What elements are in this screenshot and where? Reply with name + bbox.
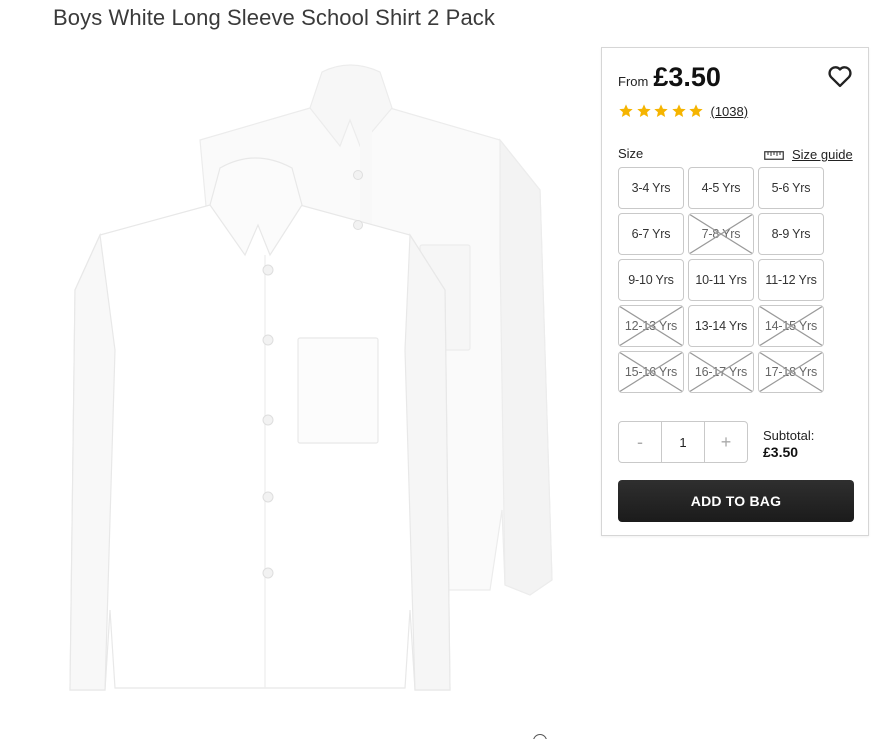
size-option-label: 17-18 Yrs: [764, 365, 818, 379]
price-row: From £3.50: [618, 62, 721, 93]
product-title: Boys White Long Sleeve School Shirt 2 Pa…: [53, 5, 495, 30]
star-icon: [636, 104, 651, 117]
ruler-icon: [764, 150, 784, 160]
size-option-label: 16-17 Yrs: [694, 365, 748, 379]
quantity-decrease-button[interactable]: -: [619, 422, 661, 462]
size-option-label: 5-6 Yrs: [771, 181, 811, 195]
size-option-label: 6-7 Yrs: [631, 227, 671, 241]
star-icon: [654, 104, 668, 117]
subtotal-value: £3.50: [763, 444, 799, 460]
size-option: 17-18 Yrs: [758, 351, 824, 393]
size-option-label: 11-12 Yrs: [765, 273, 817, 287]
carousel-dot[interactable]: [533, 734, 547, 739]
size-option: 12-13 Yrs: [618, 305, 684, 347]
size-option-label: 15-16 Yrs: [624, 365, 678, 379]
size-option-label: 12-13 Yrs: [624, 319, 678, 333]
size-option[interactable]: 4-5 Yrs: [688, 167, 754, 209]
size-grid: 3-4 Yrs 4-5 Yrs 5-6 Yrs 6-7 Yrs 7-8 Yrs 8-9 Y…: [618, 167, 825, 393]
review-count-link[interactable]: (1038): [711, 104, 749, 119]
size-option-label: 4-5 Yrs: [701, 181, 741, 195]
size-option[interactable]: 9-10 Yrs: [618, 259, 684, 301]
size-guide-link[interactable]: Size guide: [764, 147, 853, 162]
star-icon: [689, 104, 703, 117]
product-purchase-panel: From £3.50 (1038) Size Size guide 3-4 Yr…: [601, 47, 869, 536]
size-label: Size: [618, 146, 644, 161]
subtotal: Subtotal: £3.50: [763, 427, 814, 461]
size-option[interactable]: 8-9 Yrs: [758, 213, 824, 255]
size-option: 14-15 Yrs: [758, 305, 824, 347]
star-icon: [671, 104, 686, 117]
size-option-label: 10-11 Yrs: [695, 273, 747, 287]
size-option-label: 3-4 Yrs: [631, 181, 671, 195]
size-option-label: 13-14 Yrs: [694, 319, 748, 333]
size-option[interactable]: 11-12 Yrs: [758, 259, 824, 301]
price-value: £3.50: [653, 62, 721, 92]
heart-icon[interactable]: [826, 62, 854, 90]
add-to-bag-button[interactable]: ADD TO BAG: [618, 480, 854, 522]
size-guide-label: Size guide: [792, 147, 853, 162]
price-from-label: From: [618, 74, 649, 89]
size-option[interactable]: 3-4 Yrs: [618, 167, 684, 209]
quantity-input[interactable]: [661, 422, 705, 462]
size-option: 15-16 Yrs: [618, 351, 684, 393]
size-option: 16-17 Yrs: [688, 351, 754, 393]
size-option-label: 9-10 Yrs: [628, 273, 674, 287]
quantity-increase-button[interactable]: +: [705, 422, 747, 462]
subtotal-label: Subtotal:: [763, 428, 815, 443]
size-option-label: 14-15 Yrs: [764, 319, 818, 333]
product-image: [69, 64, 553, 691]
size-option[interactable]: 6-7 Yrs: [618, 213, 684, 255]
size-option[interactable]: 5-6 Yrs: [758, 167, 824, 209]
size-option-label: 7-8 Yrs: [701, 227, 741, 241]
size-option: 7-8 Yrs: [688, 213, 754, 255]
size-option[interactable]: 10-11 Yrs: [688, 259, 754, 301]
front-shirt: [69, 157, 451, 691]
size-option[interactable]: 13-14 Yrs: [688, 305, 754, 347]
star-icon: [619, 104, 633, 117]
size-option-label: 8-9 Yrs: [771, 227, 811, 241]
quantity-stepper: - +: [618, 421, 748, 463]
rating: (1038): [618, 103, 748, 119]
